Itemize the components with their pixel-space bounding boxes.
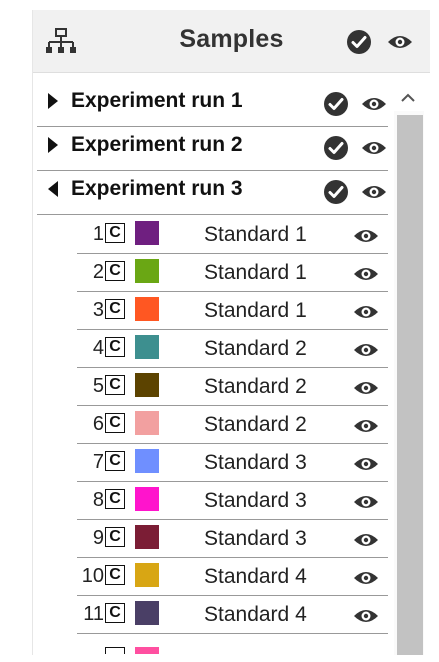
sample-index: 8 <box>92 489 104 511</box>
scroll-thumb[interactable] <box>397 115 423 655</box>
sample-type-icon: C <box>105 261 125 281</box>
sample-color-swatch[interactable] <box>135 601 159 625</box>
sample-color-swatch[interactable] <box>135 647 159 654</box>
panel-header: Samples <box>33 10 430 73</box>
sample-color-swatch[interactable] <box>135 525 159 549</box>
check-circle-icon[interactable] <box>323 91 349 117</box>
eye-icon[interactable] <box>353 228 379 244</box>
sample-name: Standard 2 <box>204 375 307 398</box>
chevron-up-icon <box>401 93 415 102</box>
sample-index: 9 <box>92 527 104 549</box>
sample-name: Standard 3 <box>204 527 307 550</box>
sample-row[interactable]: 8 C Standard 3 <box>77 481 388 520</box>
sample-color-swatch[interactable] <box>135 449 159 473</box>
sample-name: Standard 4 <box>204 603 307 626</box>
eye-icon[interactable] <box>353 342 379 358</box>
samples-panel: Samples Experiment run 1 Experiment run … <box>32 10 430 655</box>
eye-icon[interactable] <box>353 608 379 624</box>
check-circle-icon[interactable] <box>323 179 349 205</box>
sample-name: Standard 1 <box>204 223 307 246</box>
group-row-experiment-run-1[interactable]: Experiment run 1 <box>37 82 388 127</box>
sample-row[interactable]: 2 C Standard 1 <box>77 253 388 292</box>
sample-name: Standard 2 <box>204 413 307 436</box>
sample-type-icon: C <box>105 489 125 509</box>
check-circle-icon[interactable] <box>323 135 349 161</box>
sample-type-icon: C <box>105 299 125 319</box>
sample-row[interactable]: 9 C Standard 3 <box>77 519 388 558</box>
sample-index: 6 <box>92 413 104 435</box>
sample-type-icon: C <box>105 603 125 623</box>
sample-color-swatch[interactable] <box>135 563 159 587</box>
sample-row[interactable]: 6 C Standard 2 <box>77 405 388 444</box>
sample-name: Standard 1 <box>204 299 307 322</box>
sample-name: Standard 1 <box>204 261 307 284</box>
sample-color-swatch[interactable] <box>135 335 159 359</box>
eye-icon[interactable] <box>353 494 379 510</box>
sample-name: Standard 3 <box>204 451 307 474</box>
sample-color-swatch[interactable] <box>135 487 159 511</box>
eye-icon[interactable] <box>361 96 387 112</box>
group-row-experiment-run-3[interactable]: Experiment run 3 <box>37 170 388 215</box>
eye-icon[interactable] <box>353 304 379 320</box>
eye-icon[interactable] <box>353 380 379 396</box>
eye-icon[interactable] <box>353 266 379 282</box>
sample-index: 2 <box>92 261 104 283</box>
sample-index: 3 <box>92 299 104 321</box>
sample-index: 11 <box>83 603 104 625</box>
sample-row[interactable]: 1 C Standard 1 <box>77 215 388 254</box>
sample-type-icon: C <box>105 527 125 547</box>
group-row-experiment-run-2[interactable]: Experiment run 2 <box>37 126 388 171</box>
sample-color-swatch[interactable] <box>135 221 159 245</box>
sample-type-icon: C <box>105 337 125 357</box>
eye-icon[interactable] <box>361 184 387 200</box>
caret-right-icon[interactable] <box>47 136 59 154</box>
caret-left-icon[interactable] <box>47 180 59 198</box>
sample-color-swatch[interactable] <box>135 259 159 283</box>
sample-type-icon: C <box>105 413 125 433</box>
sample-row[interactable]: 5 C Standard 2 <box>77 367 388 406</box>
sample-row[interactable]: 4 C Standard 2 <box>77 329 388 368</box>
sample-type-icon: C <box>105 375 125 395</box>
eye-icon[interactable] <box>387 34 413 50</box>
sample-name: Standard 4 <box>204 565 307 588</box>
samples-tree: Experiment run 1 Experiment run 2 Experi… <box>33 82 390 654</box>
sample-index: 10 <box>81 565 104 587</box>
sample-row[interactable]: 3 C Standard 1 <box>77 291 388 330</box>
sample-row[interactable]: 7 C Standard 3 <box>77 443 388 482</box>
vertical-scrollbar[interactable] <box>394 85 424 655</box>
sample-row[interactable]: 11 C Standard 4 <box>77 595 388 634</box>
sample-index: 4 <box>92 337 104 359</box>
sample-name: Standard 3 <box>204 489 307 512</box>
sample-type-icon: C <box>105 565 125 585</box>
group-label: Experiment run 1 <box>71 89 243 112</box>
sample-color-swatch[interactable] <box>135 373 159 397</box>
sample-row[interactable]: 10 C Standard 4 <box>77 557 388 596</box>
sample-index: 1 <box>92 223 104 245</box>
group-label: Experiment run 3 <box>71 177 243 200</box>
sample-name: Standard 2 <box>204 337 307 360</box>
sample-color-swatch[interactable] <box>135 411 159 435</box>
sample-index: 7 <box>92 451 104 473</box>
group-label: Experiment run 2 <box>71 133 243 156</box>
eye-icon[interactable] <box>353 570 379 586</box>
caret-right-icon[interactable] <box>47 92 59 110</box>
eye-icon[interactable] <box>361 140 387 156</box>
sample-type-icon: C <box>105 223 125 243</box>
sample-row-partial[interactable] <box>77 647 388 654</box>
sample-type-icon <box>105 647 125 654</box>
eye-icon[interactable] <box>353 456 379 472</box>
sample-index: 5 <box>92 375 104 397</box>
sample-type-icon: C <box>105 451 125 471</box>
check-circle-icon[interactable] <box>346 29 372 55</box>
sample-color-swatch[interactable] <box>135 297 159 321</box>
scroll-up-button[interactable] <box>394 85 424 111</box>
eye-icon[interactable] <box>353 418 379 434</box>
eye-icon[interactable] <box>353 532 379 548</box>
